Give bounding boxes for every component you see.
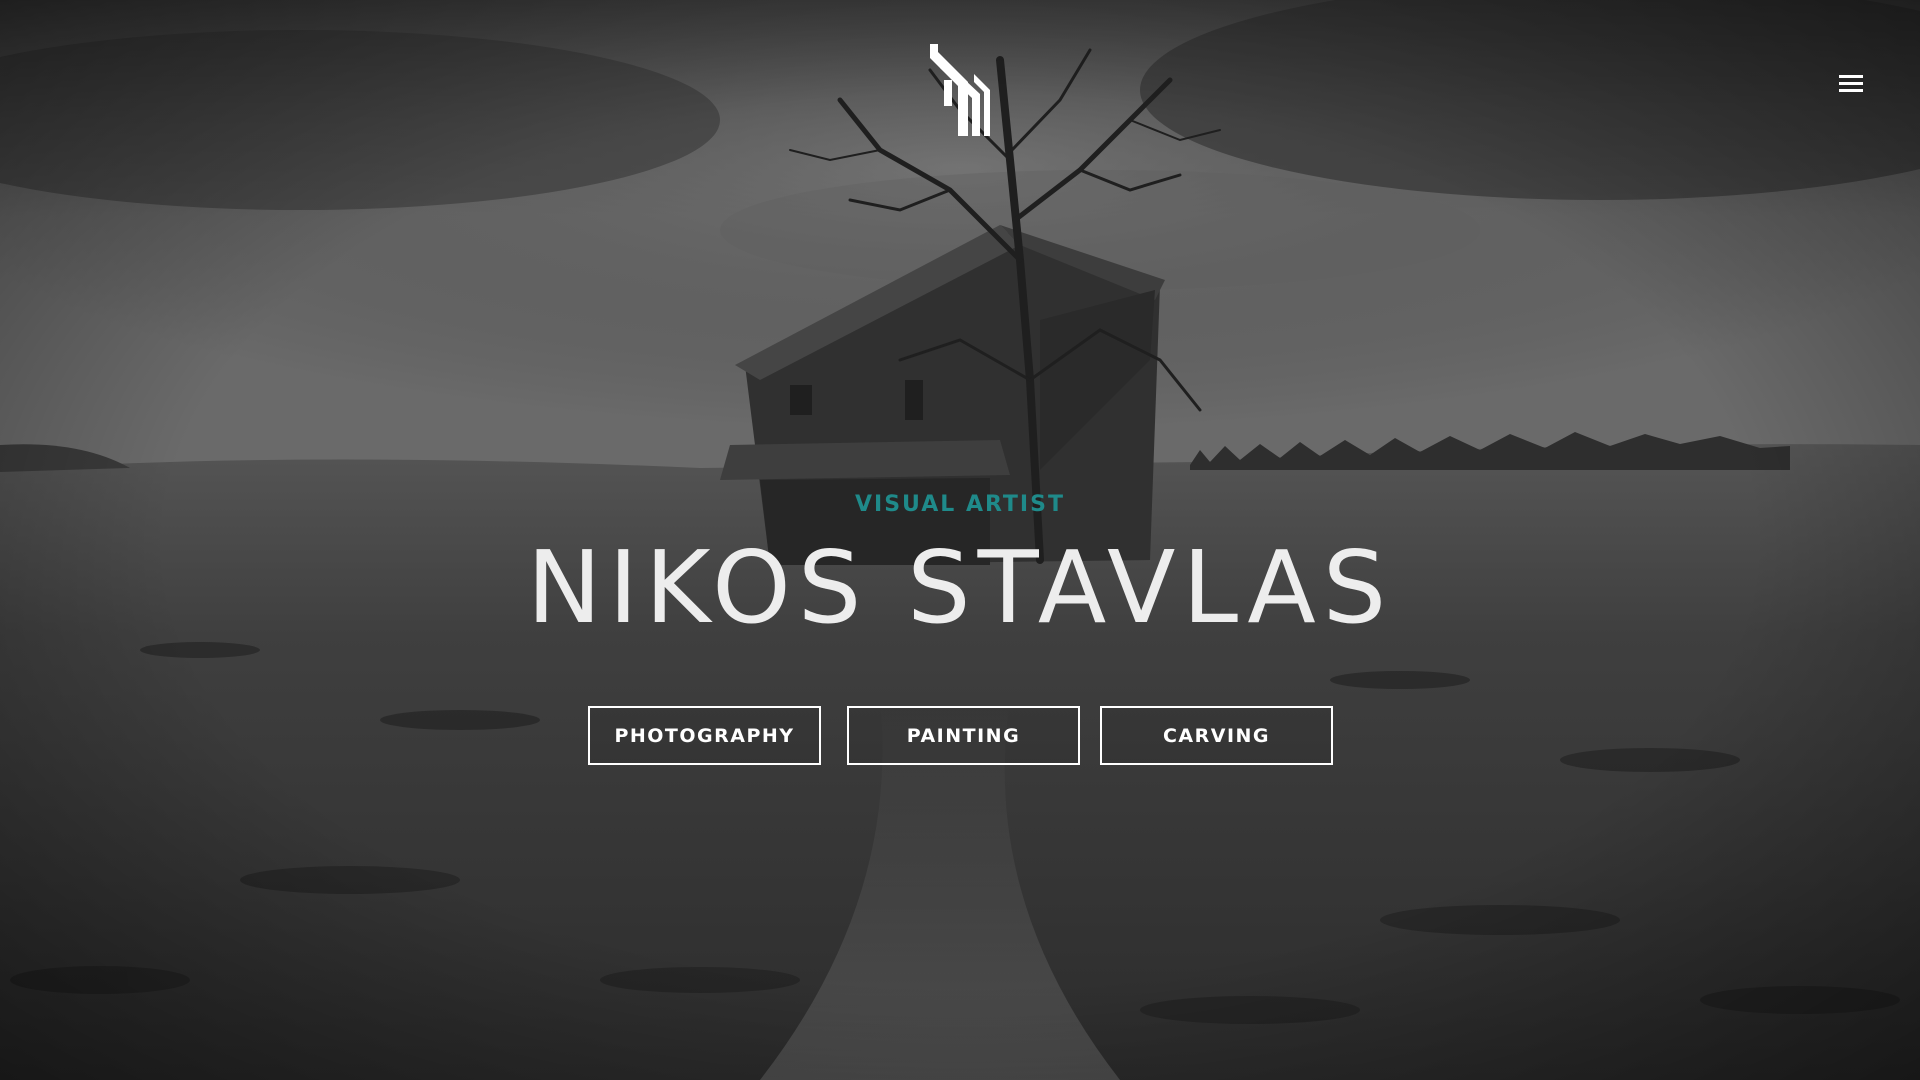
menu-line — [1839, 88, 1863, 92]
page-subtitle: VISUAL ARTIST — [855, 492, 1065, 517]
hero-section: VISUAL ARTIST NIKOS STAVLAS PHOTOGRAPHY … — [0, 0, 1920, 1080]
carving-button[interactable]: CARVING — [1100, 706, 1333, 765]
hamburger-menu-icon[interactable] — [1834, 66, 1868, 100]
category-nav: PHOTOGRAPHY PAINTING CARVING — [0, 706, 1920, 765]
page-title: NIKOS STAVLAS — [526, 529, 1394, 646]
photography-button[interactable]: PHOTOGRAPHY — [588, 706, 821, 765]
stacked-chevron-logo-icon[interactable] — [928, 44, 992, 136]
painting-button[interactable]: PAINTING — [847, 706, 1080, 765]
menu-line — [1839, 81, 1863, 85]
menu-line — [1839, 74, 1863, 78]
